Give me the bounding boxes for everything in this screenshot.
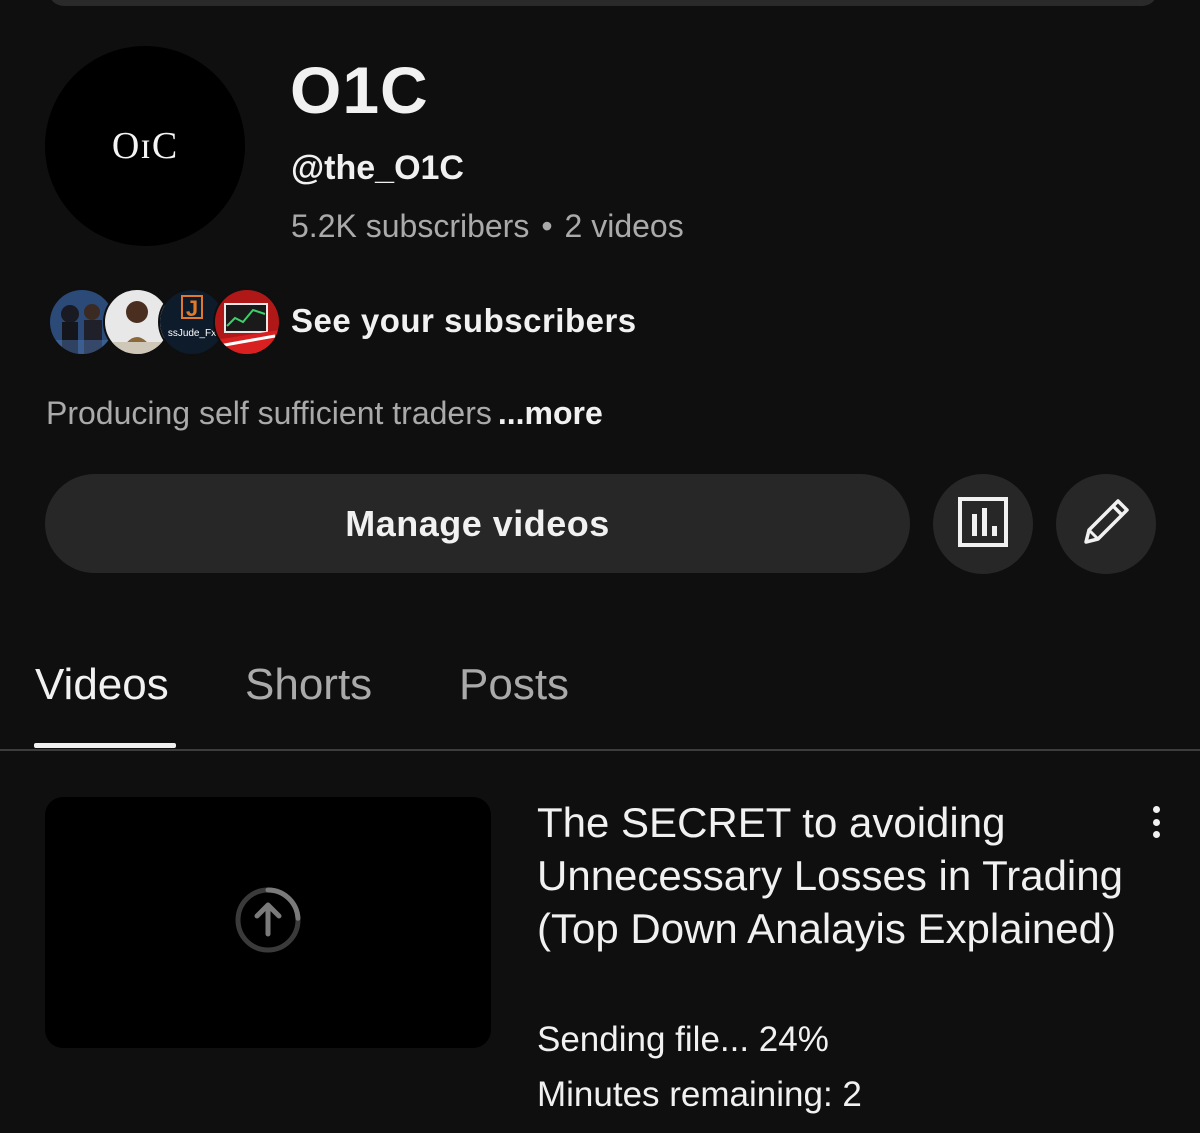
more-options-icon[interactable] bbox=[1138, 800, 1174, 844]
upload-status: Sending file... 24% bbox=[537, 1020, 829, 1059]
subscriber-avatar bbox=[213, 288, 281, 356]
active-tab-indicator bbox=[34, 743, 176, 748]
video-thumbnail[interactable] bbox=[45, 797, 491, 1048]
subscriber-avatars[interactable]: J ssJude_Fx bbox=[48, 288, 281, 356]
description-text: Producing self sufficient traders bbox=[46, 395, 492, 431]
channel-handle: @the_O1C bbox=[291, 149, 464, 187]
video-count: 2 videos bbox=[564, 208, 684, 244]
analytics-button[interactable] bbox=[933, 474, 1033, 574]
avatar-logo-text: OɪC bbox=[111, 125, 179, 167]
pencil-icon bbox=[1078, 494, 1134, 555]
manage-videos-button[interactable]: Manage videos bbox=[45, 474, 910, 573]
stats-separator: • bbox=[541, 208, 553, 244]
channel-avatar[interactable]: OɪC bbox=[45, 46, 245, 246]
kebab-dot bbox=[1152, 818, 1160, 826]
upload-progress-icon bbox=[232, 884, 304, 961]
edit-channel-button[interactable] bbox=[1056, 474, 1156, 574]
see-subscribers-link[interactable]: See your subscribers bbox=[291, 302, 637, 340]
more-link[interactable]: ...more bbox=[498, 395, 603, 431]
tabs-divider bbox=[0, 749, 1200, 751]
search-bar-edge[interactable] bbox=[48, 0, 1158, 6]
channel-tabs: Videos Shorts Posts bbox=[0, 650, 1200, 752]
channel-description[interactable]: Producing self sufficient traders ...more bbox=[46, 395, 603, 432]
kebab-dot bbox=[1152, 831, 1160, 838]
tab-posts[interactable]: Posts bbox=[459, 660, 569, 710]
time-remaining: Minutes remaining: 2 bbox=[537, 1075, 862, 1114]
subscriber-count: 5.2K subscribers bbox=[291, 208, 530, 244]
channel-stats: 5.2K subscribers • 2 videos bbox=[291, 208, 684, 245]
tab-shorts[interactable]: Shorts bbox=[245, 660, 372, 710]
bar-chart-icon bbox=[957, 496, 1009, 553]
channel-name: O1C bbox=[290, 53, 429, 127]
video-title[interactable]: The SECRET to avoiding Unnecessary Losse… bbox=[537, 796, 1137, 955]
kebab-dot bbox=[1152, 806, 1160, 813]
tab-videos[interactable]: Videos bbox=[35, 660, 169, 710]
